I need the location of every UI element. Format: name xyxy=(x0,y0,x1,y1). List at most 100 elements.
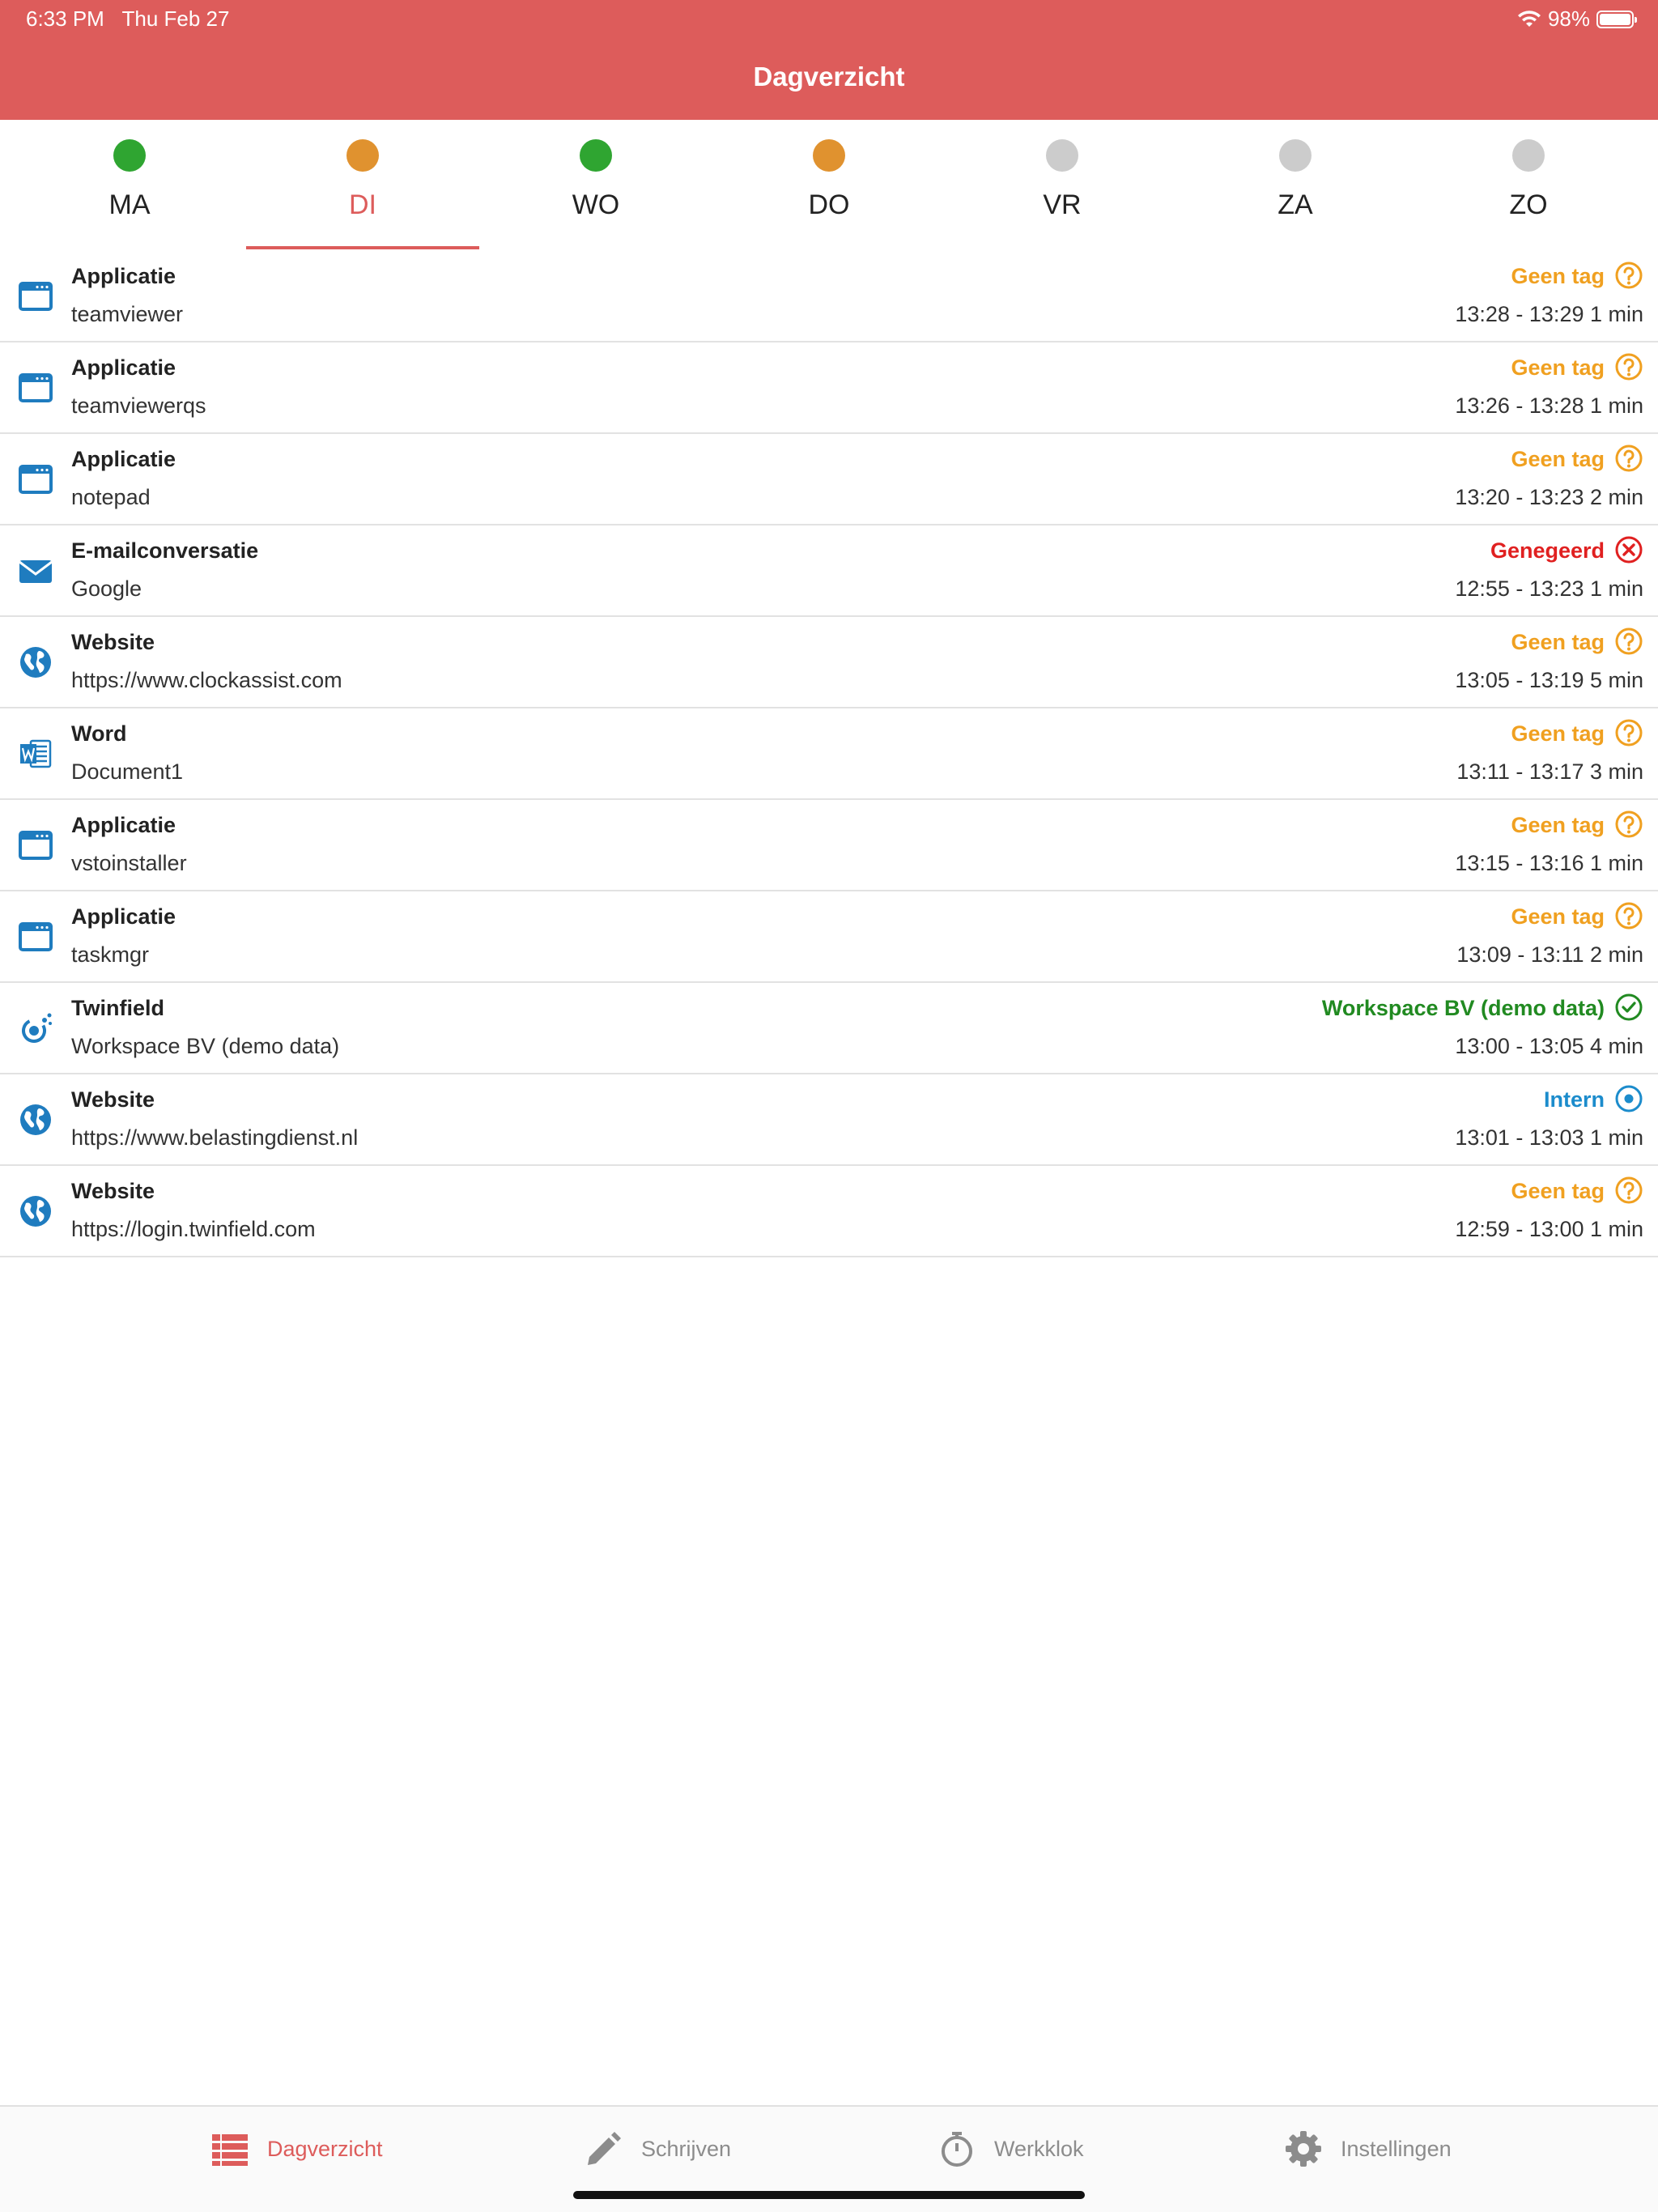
target-icon[interactable] xyxy=(1614,1084,1643,1113)
question-icon[interactable] xyxy=(1614,352,1643,381)
activity-row[interactable]: Applicatie taskmgr Geen tag 13:09 - 13:11 2… xyxy=(0,891,1658,983)
tab-werkklok[interactable]: Werkklok xyxy=(937,2129,1084,2168)
activity-name: https://www.belastingdienst.nl xyxy=(71,1125,359,1150)
activity-tag[interactable]: Geen tag xyxy=(1511,264,1605,289)
day-status-dot xyxy=(1046,139,1078,172)
tab-label: Werkklok xyxy=(994,2136,1084,2161)
activity-type: Twinfield xyxy=(71,996,164,1020)
battery-icon xyxy=(1596,10,1637,28)
globe-icon xyxy=(18,1102,53,1138)
activity-type: Website xyxy=(71,1179,155,1203)
activity-tag[interactable]: Genegeerd xyxy=(1490,538,1605,564)
day-tab-do[interactable]: DO xyxy=(712,120,946,249)
activity-row[interactable]: Twinfield Workspace BV (demo data) Workspa… xyxy=(0,983,1658,1074)
day-tab-za[interactable]: ZA xyxy=(1179,120,1412,249)
activity-time: 13:26 - 13:28 1 min xyxy=(1455,393,1643,418)
question-icon[interactable] xyxy=(1614,1176,1643,1205)
activity-tag[interactable]: Geen tag xyxy=(1511,813,1605,838)
home-indicator xyxy=(573,2191,1085,2199)
day-label: ZO xyxy=(1509,189,1548,220)
app-window-icon xyxy=(18,919,53,955)
day-status-dot xyxy=(346,139,379,172)
activity-time: 12:59 - 13:00 1 min xyxy=(1455,1217,1643,1241)
activity-name: Document1 xyxy=(71,759,184,784)
activity-row[interactable]: Website https://www.belastingdienst.nl Int… xyxy=(0,1074,1658,1166)
activity-tag[interactable]: Geen tag xyxy=(1511,1179,1605,1204)
activity-row[interactable]: Applicatie teamviewer Geen tag 13:28 - 13:2… xyxy=(0,251,1658,342)
close-circle-icon[interactable] xyxy=(1614,535,1643,564)
app-window-icon xyxy=(18,827,53,863)
day-label: ZA xyxy=(1278,189,1313,220)
globe-icon xyxy=(18,644,53,680)
activity-row[interactable]: Applicatie vstoinstaller Geen tag 13:15 - 1… xyxy=(0,800,1658,891)
activity-time: 13:28 - 13:29 1 min xyxy=(1455,302,1643,326)
day-status-dot xyxy=(813,139,845,172)
activity-time: 13:05 - 13:19 5 min xyxy=(1455,668,1643,692)
activity-row[interactable]: Applicatie notepad Geen tag 13:20 - 13:23 2… xyxy=(0,434,1658,525)
tab-label: Dagverzicht xyxy=(267,2136,383,2161)
check-circle-icon[interactable] xyxy=(1614,993,1643,1022)
activity-tag[interactable]: Geen tag xyxy=(1511,630,1605,655)
day-tab-wo[interactable]: WO xyxy=(479,120,712,249)
app-window-icon xyxy=(18,279,53,314)
activity-tag[interactable]: Geen tag xyxy=(1511,447,1605,472)
question-icon[interactable] xyxy=(1614,444,1643,473)
activity-tag[interactable]: Intern xyxy=(1544,1087,1605,1112)
day-tab-zo[interactable]: ZO xyxy=(1412,120,1645,249)
status-time: 6:33 PM Thu Feb 27 xyxy=(26,6,229,32)
day-status-dot xyxy=(580,139,612,172)
question-icon[interactable] xyxy=(1614,627,1643,656)
question-icon[interactable] xyxy=(1614,810,1643,839)
mail-icon xyxy=(18,553,53,589)
activity-tag[interactable]: Geen tag xyxy=(1511,355,1605,381)
activity-name: https://login.twinfield.com xyxy=(71,1217,316,1241)
tab-label: Instellingen xyxy=(1341,2136,1452,2161)
activity-row[interactable]: Word Document1 Geen tag 13:11 - 13:17 3 min xyxy=(0,708,1658,800)
app-window-icon xyxy=(18,370,53,406)
day-tab-vr[interactable]: VR xyxy=(946,120,1179,249)
activity-tag[interactable]: Workspace BV (demo data) xyxy=(1322,996,1605,1021)
activity-time: 13:09 - 13:11 2 min xyxy=(1456,942,1643,967)
activity-name: teamviewer xyxy=(71,302,184,326)
page-title: Dagverzicht xyxy=(753,62,905,91)
activity-tag[interactable]: Geen tag xyxy=(1511,904,1605,929)
active-day-underline xyxy=(246,246,479,249)
activity-type: Applicatie xyxy=(71,264,176,288)
pencil-icon xyxy=(588,2132,621,2165)
day-tab-di[interactable]: DI xyxy=(246,120,479,249)
globe-icon xyxy=(18,1193,53,1229)
status-indicators: 98% xyxy=(1517,6,1637,32)
app-window-icon xyxy=(18,462,53,497)
activity-type: E-mailconversatie xyxy=(71,538,259,563)
activity-name: Workspace BV (demo data) xyxy=(71,1034,340,1058)
activity-list: Applicatie teamviewer Geen tag 13:28 - 13:2… xyxy=(0,251,1658,1257)
status-clock: 6:33 PM xyxy=(26,6,104,31)
activity-row[interactable]: Website https://www.clockassist.com Geen t… xyxy=(0,617,1658,708)
day-selector: MA DI WO DO VR ZA ZO xyxy=(0,120,1658,251)
activity-type: Applicatie xyxy=(71,355,176,380)
question-icon[interactable] xyxy=(1614,261,1643,290)
activity-tag[interactable]: Geen tag xyxy=(1511,721,1605,747)
day-status-dot xyxy=(1512,139,1545,172)
day-status-dot xyxy=(1279,139,1312,172)
stopwatch-icon xyxy=(942,2132,972,2167)
day-status-dot xyxy=(113,139,146,172)
question-icon[interactable] xyxy=(1614,901,1643,930)
activity-name: vstoinstaller xyxy=(71,851,187,875)
tab-schrijven[interactable]: Schrijven xyxy=(585,2129,731,2168)
activity-row[interactable]: Website https://login.twinfield.com Geen t… xyxy=(0,1166,1658,1257)
status-date: Thu Feb 27 xyxy=(121,6,230,31)
activity-row[interactable]: E-mailconversatie Google Genegeerd 12:55 - … xyxy=(0,525,1658,617)
day-label: DI xyxy=(349,189,376,220)
tab-instellingen[interactable]: Instellingen xyxy=(1284,2129,1452,2168)
activity-time: 13:01 - 13:03 1 min xyxy=(1455,1125,1643,1150)
question-icon[interactable] xyxy=(1614,718,1643,747)
activity-type: Applicatie xyxy=(71,813,176,837)
activity-time: 12:55 - 13:23 1 min xyxy=(1455,576,1643,601)
app-header: 6:33 PM Thu Feb 27 98% Dagverzicht xyxy=(0,0,1658,120)
activity-type: Applicatie xyxy=(71,904,176,929)
day-label: WO xyxy=(572,189,620,220)
day-tab-ma[interactable]: MA xyxy=(13,120,246,249)
activity-row[interactable]: Applicatie teamviewerqs Geen tag 13:26 - 13… xyxy=(0,342,1658,434)
tab-dagverzicht[interactable]: Dagverzicht xyxy=(210,2129,383,2168)
